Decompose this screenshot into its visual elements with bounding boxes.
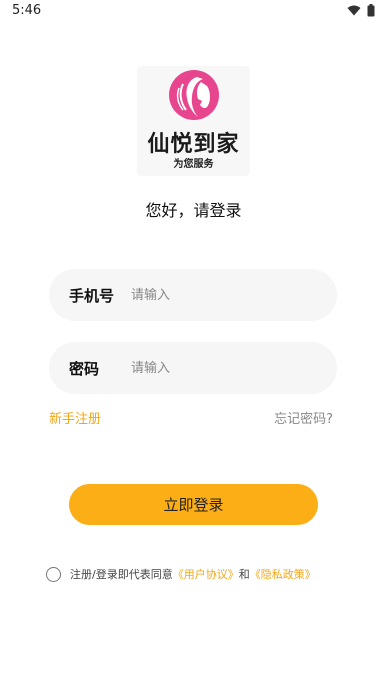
login-button[interactable]: 立即登录 [69, 484, 318, 525]
agreement-checkbox[interactable] [46, 566, 61, 582]
status-icons [347, 4, 375, 17]
status-bar: 5:46 [0, 0, 387, 24]
password-input[interactable] [131, 354, 321, 382]
privacy-policy-link[interactable]: 《隐私政策》 [250, 566, 316, 582]
wifi-icon [347, 5, 361, 16]
woman-profile-icon [169, 70, 219, 120]
phone-input[interactable] [131, 281, 321, 309]
password-field: 密码 [49, 342, 337, 394]
forgot-password-link[interactable]: 忘记密码? [274, 408, 333, 427]
user-agreement-link[interactable]: 《用户协议》 [173, 566, 239, 582]
phone-label: 手机号 [69, 287, 115, 305]
agreement-conjunction: 和 [238, 568, 250, 581]
brand-name: 仙悦到家 [147, 131, 240, 157]
agreement-prefix: 注册/登录即代表同意 [70, 568, 173, 581]
status-time: 5:46 [12, 3, 42, 18]
brand-slogan: 为您服务 [173, 159, 214, 170]
greeting-title: 您好，请登录 [145, 201, 242, 220]
phone-field: 手机号 [49, 269, 337, 321]
app-logo: 仙悦到家 为您服务 [137, 66, 250, 176]
password-label: 密码 [69, 360, 100, 378]
register-link[interactable]: 新手注册 [49, 408, 101, 427]
agreement-row: 注册/登录即代表同意 《用户协议》 和 《隐私政策》 [46, 564, 316, 584]
battery-icon [367, 4, 375, 17]
